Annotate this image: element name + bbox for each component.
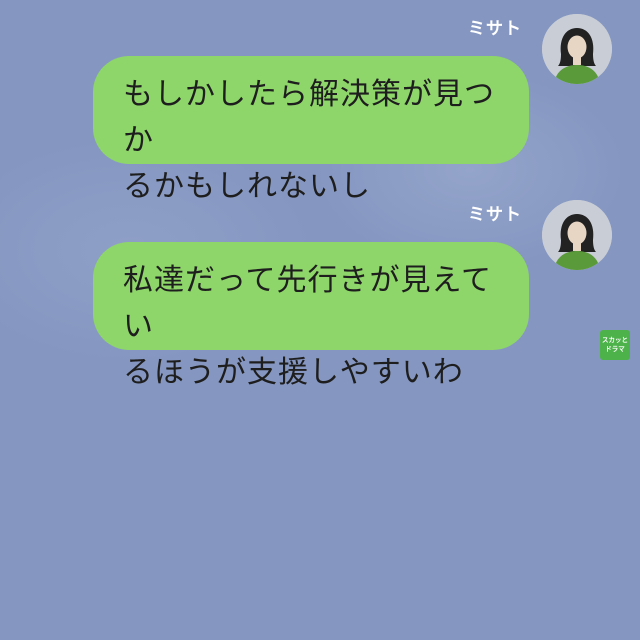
watermark-logo: スカッと ドラマ	[600, 330, 630, 360]
watermark-line: スカッと	[602, 336, 628, 344]
sender-name: ミサト	[468, 205, 522, 225]
watermark-line: ドラマ	[605, 345, 625, 353]
message-line: 私達だって先行きが見えてい	[123, 263, 492, 344]
message-bubble[interactable]: もしかしたら解決策が見つか るかもしれないし	[93, 56, 529, 204]
woman-avatar-icon[interactable]	[542, 14, 612, 84]
message-line: るかもしれないし	[123, 169, 371, 204]
message-line: もしかしたら解決策が見つか	[123, 77, 495, 158]
chat-background: ミサト もしかしたら解決策が見つか るかもしれないし ミサト 私達だって先行きが…	[0, 0, 640, 640]
sender-name: ミサト	[468, 19, 522, 39]
message-line: るほうが支援しやすいわ	[123, 355, 464, 390]
woman-avatar-icon[interactable]	[542, 200, 612, 270]
message-bubble[interactable]: 私達だって先行きが見えてい るほうが支援しやすいわ	[93, 242, 529, 390]
